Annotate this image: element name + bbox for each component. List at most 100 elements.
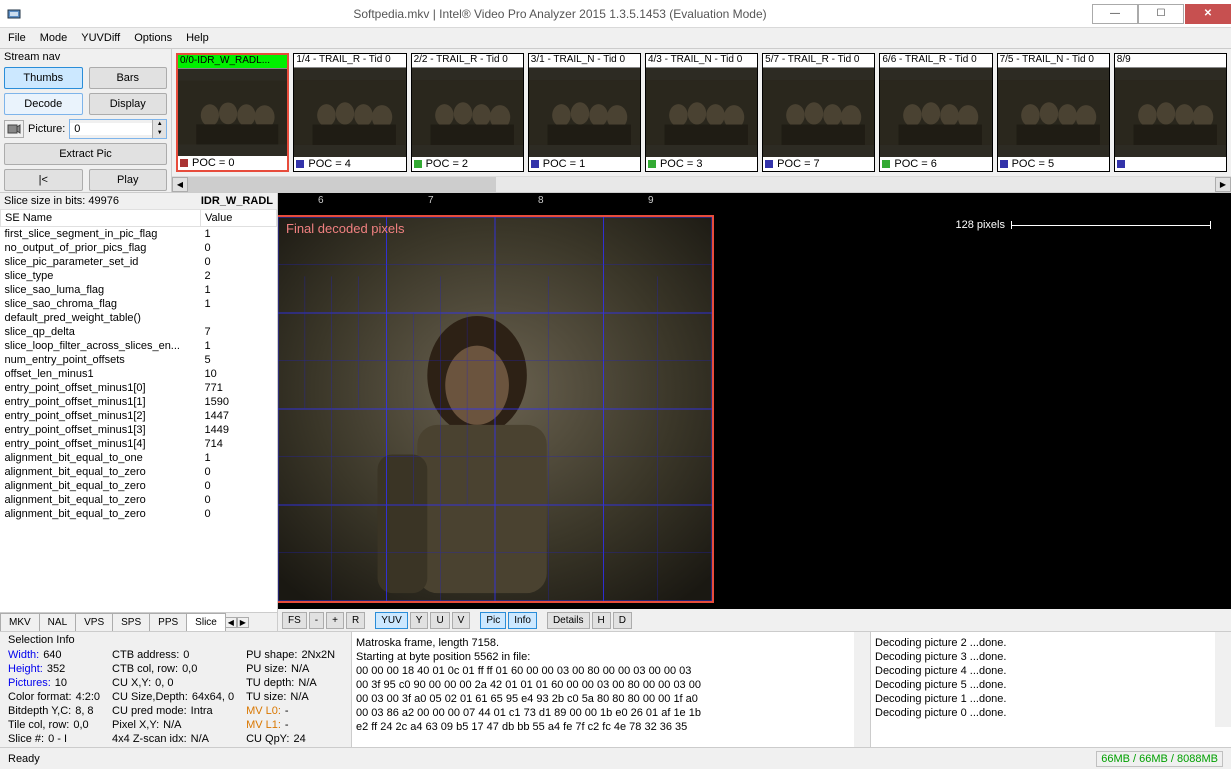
- se-row[interactable]: num_entry_point_offsets5: [1, 353, 277, 367]
- scroll-right-icon[interactable]: ▶: [1215, 177, 1231, 192]
- tab-sps[interactable]: SPS: [112, 613, 150, 631]
- picture-input[interactable]: [70, 123, 152, 135]
- tab-vps[interactable]: VPS: [75, 613, 113, 631]
- window-title: Softpedia.mkv | Intel® Video Pro Analyze…: [28, 7, 1092, 21]
- thumb-footer: POC = 1: [529, 157, 640, 171]
- se-row[interactable]: slice_sao_luma_flag1: [1, 283, 277, 297]
- se-row[interactable]: entry_point_offset_minus1[3]1449: [1, 423, 277, 437]
- se-col-name[interactable]: SE Name: [1, 210, 201, 227]
- se-row[interactable]: alignment_bit_equal_to_zero0: [1, 493, 277, 507]
- scroll-left-icon[interactable]: ◀: [172, 177, 188, 192]
- toolbar-u[interactable]: U: [430, 612, 449, 629]
- se-table[interactable]: SE Name Value first_slice_segment_in_pic…: [0, 209, 277, 521]
- menu-bar: File Mode YUVDiff Options Help: [0, 28, 1231, 48]
- selinfo-row: CU X,Y:0, 0: [112, 676, 234, 690]
- toolbar-yuv[interactable]: YUV: [375, 612, 408, 629]
- log-row: Decoding picture 5 ...done.: [875, 678, 1227, 692]
- se-row[interactable]: entry_point_offset_minus1[4]714: [1, 437, 277, 451]
- toolbar--[interactable]: -: [309, 612, 324, 629]
- ruler-tick: 9: [648, 195, 654, 206]
- toolbar-fs[interactable]: FS: [282, 612, 307, 629]
- log-scrollbar[interactable]: [1215, 632, 1231, 727]
- camera-icon[interactable]: [4, 120, 24, 138]
- se-row[interactable]: slice_type2: [1, 269, 277, 283]
- thumb-footer: [1115, 157, 1226, 171]
- extract-pic-button[interactable]: Extract Pic: [4, 143, 167, 165]
- tab-scroll-right-icon[interactable]: ▶: [237, 617, 249, 628]
- thumb-footer: POC = 2: [412, 157, 523, 171]
- hex-row: e2 ff 24 2c a4 63 09 b5 17 47 db bb 55 a…: [356, 720, 866, 734]
- thumb-scrollbar[interactable]: ◀ ▶: [172, 176, 1231, 192]
- menu-yuvdiff[interactable]: YUVDiff: [81, 32, 120, 44]
- menu-options[interactable]: Options: [134, 32, 172, 44]
- play-button[interactable]: Play: [89, 169, 168, 191]
- menu-file[interactable]: File: [8, 32, 26, 44]
- se-row[interactable]: default_pred_weight_table(): [1, 311, 277, 325]
- spin-up-icon[interactable]: ▲: [153, 120, 166, 129]
- tab-nal[interactable]: NAL: [39, 613, 76, 631]
- rewind-button[interactable]: |<: [4, 169, 83, 191]
- toolbar-info[interactable]: Info: [508, 612, 537, 629]
- se-row[interactable]: entry_point_offset_minus1[1]1590: [1, 395, 277, 409]
- se-row[interactable]: slice_pic_parameter_set_id0: [1, 255, 277, 269]
- toolbar-+[interactable]: +: [326, 612, 344, 629]
- toolbar-h[interactable]: H: [592, 612, 611, 629]
- hex-row: 00 3f 95 c0 90 00 00 00 2a 42 01 01 01 6…: [356, 678, 866, 692]
- thumb-image: [998, 68, 1109, 157]
- tab-pps[interactable]: PPS: [149, 613, 187, 631]
- log-panel[interactable]: Decoding picture 2 ...done.Decoding pict…: [871, 632, 1231, 747]
- se-row[interactable]: offset_len_minus110: [1, 367, 277, 381]
- se-row[interactable]: slice_sao_chroma_flag1: [1, 297, 277, 311]
- thumb-footer: POC = 4: [294, 157, 405, 171]
- decode-button[interactable]: Decode: [4, 93, 83, 115]
- thumbnail[interactable]: 5/7 - TRAIL_R - Tid 0 POC = 7: [762, 53, 875, 172]
- bars-button[interactable]: Bars: [89, 67, 168, 89]
- menu-help[interactable]: Help: [186, 32, 209, 44]
- thumbnail[interactable]: 4/3 - TRAIL_N - Tid 0 POC = 3: [645, 53, 758, 172]
- selection-info-panel: Selection Info Width:640Height:352Pictur…: [0, 632, 352, 747]
- se-row[interactable]: alignment_bit_equal_to_zero0: [1, 465, 277, 479]
- thumbnail[interactable]: 8/9: [1114, 53, 1227, 172]
- se-row[interactable]: first_slice_segment_in_pic_flag1: [1, 227, 277, 242]
- minimize-button[interactable]: —: [1092, 4, 1138, 24]
- menu-mode[interactable]: Mode: [40, 32, 68, 44]
- se-row[interactable]: alignment_bit_equal_to_one1: [1, 451, 277, 465]
- hex-scrollbar[interactable]: [854, 632, 870, 747]
- thumbnail[interactable]: 6/6 - TRAIL_R - Tid 0 POC = 6: [879, 53, 992, 172]
- thumbnail[interactable]: 1/4 - TRAIL_R - Tid 0 POC = 4: [293, 53, 406, 172]
- thumbnail[interactable]: 3/1 - TRAIL_N - Tid 0 POC = 1: [528, 53, 641, 172]
- se-row[interactable]: no_output_of_prior_pics_flag0: [1, 241, 277, 255]
- se-row[interactable]: entry_point_offset_minus1[2]1447: [1, 409, 277, 423]
- thumbnail[interactable]: 7/5 - TRAIL_N - Tid 0 POC = 5: [997, 53, 1110, 172]
- se-row[interactable]: entry_point_offset_minus1[0]771: [1, 381, 277, 395]
- display-button[interactable]: Display: [89, 93, 168, 115]
- tab-scroll-left-icon[interactable]: ◀: [225, 617, 237, 628]
- thumbnail[interactable]: 2/2 - TRAIL_R - Tid 0 POC = 2: [411, 53, 524, 172]
- toolbar-details[interactable]: Details: [547, 612, 590, 629]
- selinfo-row: CU pred mode:Intra: [112, 704, 234, 718]
- maximize-button[interactable]: ☐: [1138, 4, 1184, 24]
- toolbar-v[interactable]: V: [452, 612, 471, 629]
- tab-mkv[interactable]: MKV: [0, 613, 40, 631]
- stream-nav-label: Stream nav: [4, 49, 167, 65]
- ruler-tick: 8: [538, 195, 544, 206]
- toolbar-d[interactable]: D: [613, 612, 632, 629]
- se-col-value[interactable]: Value: [201, 210, 277, 227]
- toolbar-r[interactable]: R: [346, 612, 365, 629]
- toolbar-y[interactable]: Y: [410, 612, 429, 629]
- close-button[interactable]: ✕: [1185, 4, 1231, 24]
- toolbar-pic[interactable]: Pic: [480, 612, 506, 629]
- se-row[interactable]: slice_loop_filter_across_slices_en...1: [1, 339, 277, 353]
- selinfo-row: CTB address:0: [112, 648, 234, 662]
- spin-down-icon[interactable]: ▼: [153, 129, 166, 138]
- frame-canvas[interactable]: Final decoded pixels 128 pixels: [278, 215, 1231, 609]
- ruler-tick: 6: [318, 195, 324, 206]
- tab-slice[interactable]: Slice: [186, 613, 226, 631]
- thumbnail[interactable]: 0/0-IDR_W_RADL... POC = 0: [176, 53, 289, 172]
- thumbs-button[interactable]: Thumbs: [4, 67, 83, 89]
- hex-panel[interactable]: Matroska frame, length 7158. Starting at…: [352, 632, 871, 747]
- se-row[interactable]: alignment_bit_equal_to_zero0: [1, 507, 277, 521]
- se-row[interactable]: alignment_bit_equal_to_zero0: [1, 479, 277, 493]
- se-row[interactable]: slice_qp_delta7: [1, 325, 277, 339]
- picture-spinner[interactable]: ▲▼: [69, 119, 167, 139]
